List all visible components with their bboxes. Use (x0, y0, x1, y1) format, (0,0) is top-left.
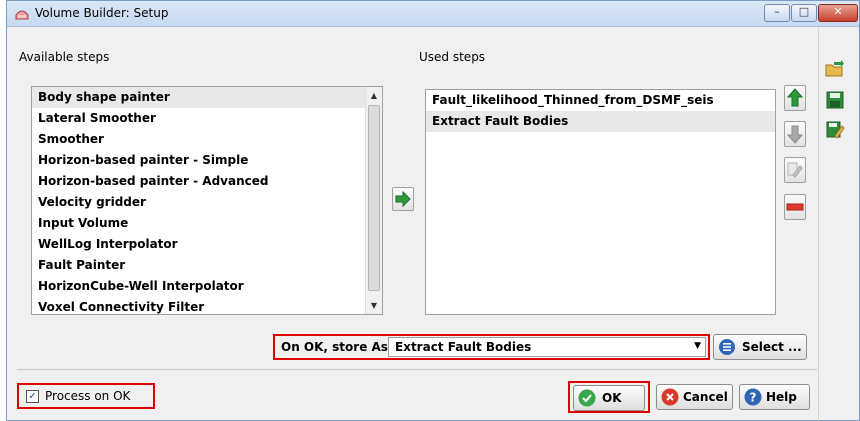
available-step-item[interactable]: Body shape painter (32, 87, 382, 108)
select-button[interactable]: Select ... (713, 334, 807, 360)
title-bar[interactable]: Volume Builder: Setup – □ ✕ (7, 1, 859, 27)
used-step-item[interactable]: Extract Fault Bodies (426, 111, 775, 132)
remove-step-button[interactable] (784, 194, 806, 220)
side-toolbar-divider (818, 27, 819, 421)
process-on-ok-checkbox[interactable]: ✓ (26, 390, 39, 403)
scroll-up-arrow-icon[interactable]: ▲ (366, 87, 382, 104)
move-up-button[interactable] (784, 85, 806, 111)
available-step-item[interactable]: Horizon-based painter - Simple (32, 150, 382, 171)
store-as-row: On OK, store As Extract Fault Bodies ▼ (273, 334, 710, 360)
edit-step-button[interactable] (784, 157, 806, 183)
process-on-ok-label: Process on OK (45, 389, 131, 403)
used-step-item[interactable]: Fault_likelihood_Thinned_from_DSMF_seis (426, 90, 775, 111)
available-step-item[interactable]: Input Volume (32, 213, 382, 234)
available-step-item[interactable]: Velocity gridder (32, 192, 382, 213)
svg-text:?: ? (750, 391, 757, 405)
store-as-label: On OK, store As (281, 340, 388, 354)
ok-button-label: OK (602, 391, 622, 405)
available-step-item[interactable]: Lateral Smoother (32, 108, 382, 129)
scrollbar-thumb[interactable] (368, 105, 380, 291)
store-as-value: Extract Fault Bodies (395, 340, 532, 354)
down-arrow-icon (786, 125, 804, 144)
available-step-item[interactable]: Horizon-based painter - Advanced (32, 171, 382, 192)
used-steps-label: Used steps (419, 50, 486, 64)
add-step-button[interactable] (392, 187, 414, 211)
ok-check-icon (578, 389, 596, 407)
save-icon[interactable] (825, 90, 845, 110)
close-button[interactable]: ✕ (818, 4, 858, 22)
footer-divider (17, 369, 817, 370)
available-steps-scrollbar[interactable]: ▲ ▼ (365, 87, 382, 314)
available-steps-label: Available steps (19, 50, 110, 64)
minimize-button[interactable]: – (764, 4, 790, 22)
help-button-label: Help (766, 390, 797, 404)
cancel-button[interactable]: Cancel (656, 384, 733, 410)
select-list-icon (719, 339, 735, 355)
up-arrow-icon (786, 88, 804, 107)
available-step-item[interactable]: HorizonCube-Well Interpolator (32, 276, 382, 297)
used-steps-list[interactable]: Fault_likelihood_Thinned_from_DSMF_seis E… (425, 89, 776, 315)
available-steps-list[interactable]: Body shape painter Lateral Smoother Smooth… (31, 86, 383, 315)
move-down-button[interactable] (784, 121, 806, 147)
window-title: Volume Builder: Setup (35, 6, 169, 20)
volume-builder-setup-window: Volume Builder: Setup – □ ✕ Available st… (6, 0, 860, 421)
store-as-dropdown[interactable]: Extract Fault Bodies ▼ (388, 337, 706, 357)
dropdown-arrow-icon[interactable]: ▼ (694, 341, 701, 351)
maximize-button[interactable]: □ (791, 4, 817, 22)
ok-button[interactable]: OK (573, 385, 645, 411)
scroll-down-arrow-icon[interactable]: ▼ (366, 297, 382, 314)
save-as-icon[interactable] (825, 120, 845, 140)
open-folder-icon[interactable] (825, 59, 845, 79)
available-step-item[interactable]: WellLog Interpolator (32, 234, 382, 255)
cancel-x-icon (661, 388, 679, 406)
available-step-item[interactable]: Smoother (32, 129, 382, 150)
available-step-item[interactable]: Voxel Connectivity Filter (32, 297, 382, 318)
help-question-icon: ? (744, 388, 762, 406)
help-button[interactable]: ? Help (739, 384, 810, 410)
remove-icon (786, 203, 804, 211)
process-on-ok-highlight: ✓ Process on OK (17, 383, 155, 409)
cancel-button-label: Cancel (683, 390, 728, 404)
select-button-label: Select ... (742, 340, 802, 354)
ok-button-highlight: OK (568, 381, 650, 413)
edit-step-icon (787, 162, 803, 178)
available-step-item[interactable]: Fault Painter (32, 255, 382, 276)
app-icon (15, 10, 29, 20)
right-arrow-icon (395, 190, 411, 208)
